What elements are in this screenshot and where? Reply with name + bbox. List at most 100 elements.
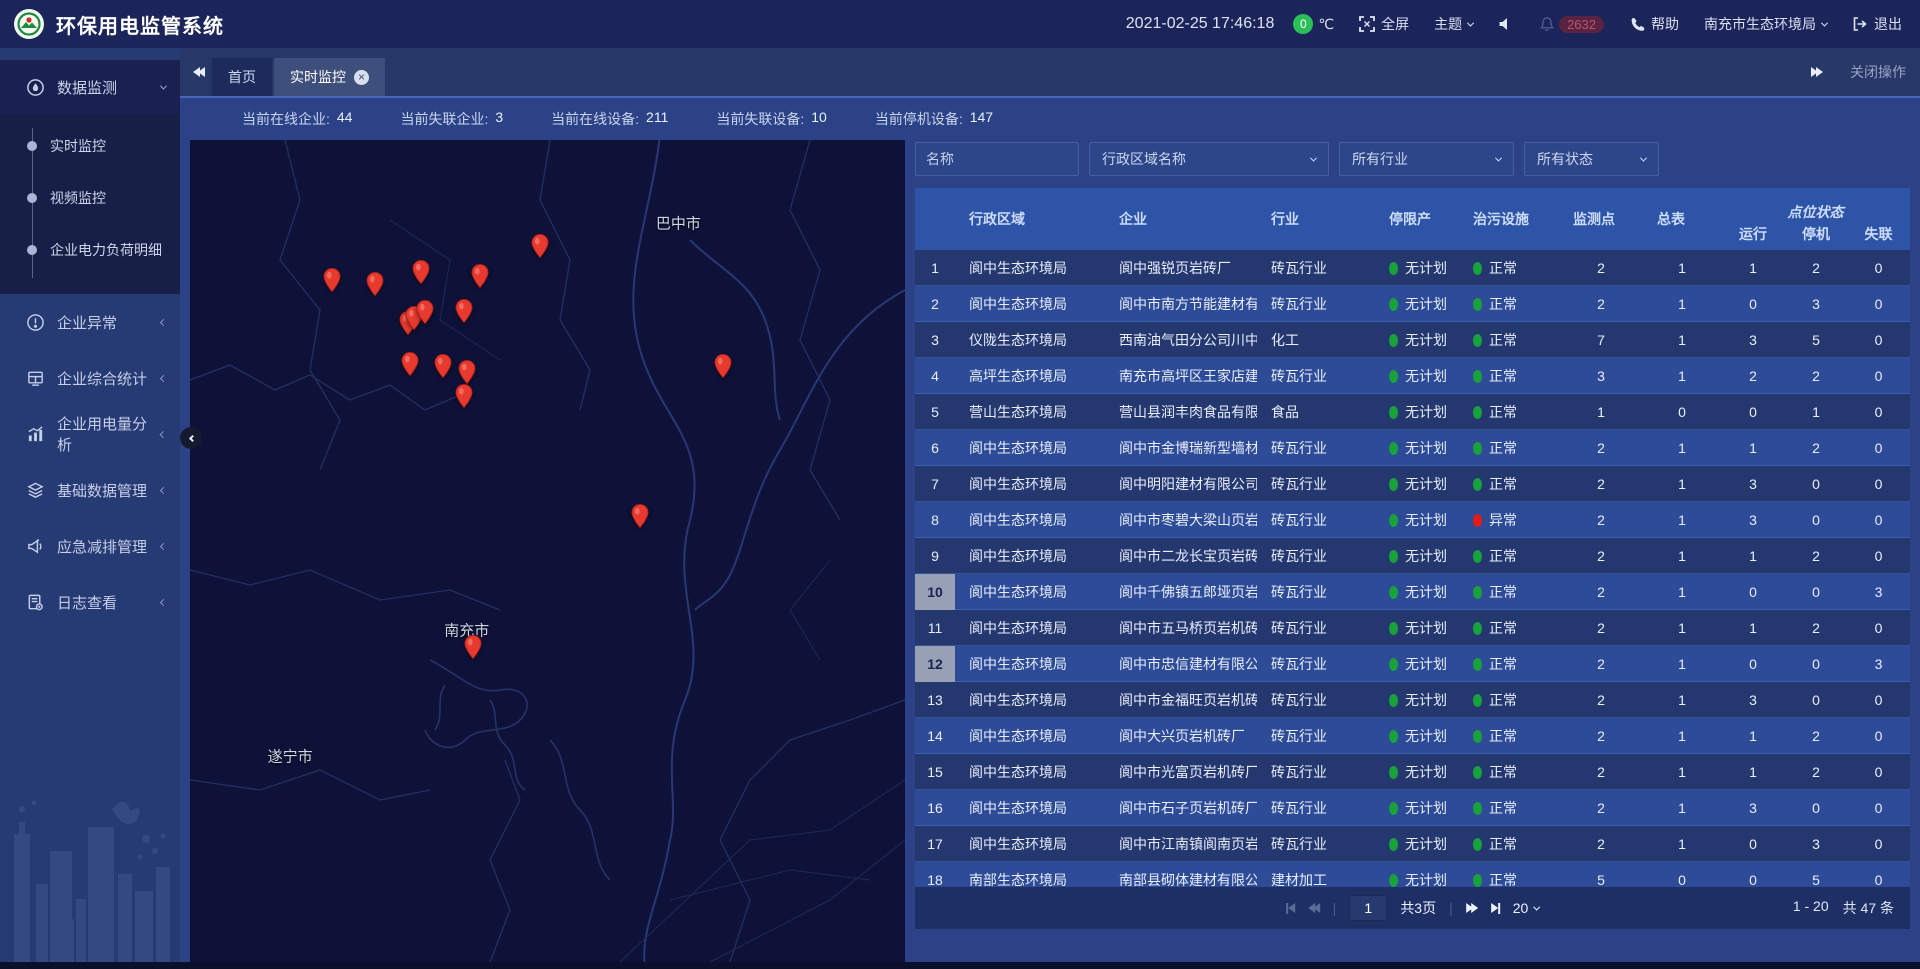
sidebar-item-emergency-reduction[interactable]: 应急减排管理	[0, 518, 180, 574]
mute-button[interactable]	[1498, 16, 1514, 32]
cell-company: 阆中市光富页岩机砖厂	[1091, 762, 1257, 782]
map-panel[interactable]: 巴中市南充市遂宁市	[190, 140, 905, 962]
table-row[interactable]: 3 仪陇生态环境局 西南油气田分公司川中 化工 无计划 正常 7 1 3 5 0	[915, 322, 1910, 358]
chevron-down-icon	[1495, 154, 1502, 161]
status-select[interactable]: 所有状态	[1524, 142, 1659, 176]
cell-points: 2	[1559, 548, 1643, 564]
tab-realtime-monitoring[interactable]: 实时监控	[274, 58, 385, 96]
org-menu[interactable]: 南充市生态环境局	[1704, 14, 1827, 34]
map-pin[interactable]	[471, 264, 489, 289]
sidebar-item-power-usage-analysis[interactable]: 企业用电量分析	[0, 406, 180, 462]
status-dot	[1473, 298, 1482, 311]
map-pin[interactable]	[458, 360, 476, 385]
cell-lost: 0	[1847, 404, 1910, 420]
row-index: 8	[915, 502, 955, 538]
theme-menu[interactable]: 主题	[1434, 14, 1473, 34]
table-row[interactable]: 17 阆中生态环境局 阆中市江南镇阆南页岩 砖瓦行业 无计划 正常 2 1 0 …	[915, 826, 1910, 862]
cell-stopped: 2	[1785, 728, 1847, 744]
table-row[interactable]: 5 营山生态环境局 营山县润丰肉食品有限 食品 无计划 正常 1 0 0 1 0	[915, 394, 1910, 430]
sidebar-item-enterprise-statistics[interactable]: 企业综合统计	[0, 350, 180, 406]
cell-meter: 1	[1643, 764, 1721, 780]
map-pin[interactable]	[366, 272, 384, 297]
table-row[interactable]: 8 阆中生态环境局 阆中市枣碧大梁山页岩 砖瓦行业 无计划 异常 2 1 3 0…	[915, 502, 1910, 538]
industry-select[interactable]: 所有行业	[1339, 142, 1514, 176]
status-dot	[1389, 478, 1398, 491]
prev-page-button[interactable]	[1308, 903, 1320, 913]
map-pin[interactable]	[401, 352, 419, 377]
page-size-select[interactable]: 20	[1513, 900, 1540, 916]
cell-lost: 0	[1847, 368, 1910, 384]
cell-company: 阆中市石子页岩机砖厂	[1091, 798, 1257, 818]
map-pin[interactable]	[434, 353, 452, 378]
table-row[interactable]: 6 阆中生态环境局 阆中市金博瑞新型墙材 砖瓦行业 无计划 正常 2 1 1 2…	[915, 430, 1910, 466]
cell-running: 1	[1721, 440, 1785, 456]
help-button[interactable]: 帮助	[1629, 14, 1679, 34]
name-filter-input[interactable]	[915, 142, 1079, 176]
collapse-sidebar-button[interactable]	[180, 427, 202, 449]
next-page-button[interactable]	[1466, 903, 1478, 913]
map-pin[interactable]	[416, 300, 434, 325]
cell-company: 阆中市忠信建材有限公	[1091, 654, 1257, 674]
map-pin[interactable]	[455, 298, 473, 323]
tabs-scroll-left-button[interactable]	[186, 48, 212, 96]
table-row[interactable]: 11 阆中生态环境局 阆中市五马桥页岩机砖 砖瓦行业 无计划 正常 2 1 1 …	[915, 610, 1910, 646]
chevron-left-icon	[160, 598, 167, 605]
map-pin[interactable]	[714, 353, 732, 378]
table-row[interactable]: 2 阆中生态环境局 阆中市南方节能建材有 砖瓦行业 无计划 正常 2 1 0 3…	[915, 286, 1910, 322]
table-row[interactable]: 14 阆中生态环境局 阆中大兴页岩机砖厂 砖瓦行业 无计划 正常 2 1 1 2…	[915, 718, 1910, 754]
map-pin[interactable]	[412, 260, 430, 285]
close-tab-icon[interactable]	[354, 70, 369, 85]
sidebar-item-basic-data-management[interactable]: 基础数据管理	[0, 462, 180, 518]
table-row[interactable]: 15 阆中生态环境局 阆中市光富页岩机砖厂 砖瓦行业 无计划 正常 2 1 1 …	[915, 754, 1910, 790]
cell-industry: 砖瓦行业	[1257, 546, 1375, 566]
table-row[interactable]: 4 高坪生态环境局 南充市高坪区王家店建 砖瓦行业 无计划 正常 3 1 2 2…	[915, 358, 1910, 394]
city-label: 巴中市	[656, 213, 701, 234]
cell-lost: 0	[1847, 476, 1910, 492]
cell-industry: 食品	[1257, 402, 1375, 422]
status-dot	[1389, 370, 1398, 383]
row-index: 13	[915, 682, 955, 718]
cell-points: 2	[1559, 656, 1643, 672]
notification-bell[interactable]: 2632	[1539, 16, 1604, 33]
cell-points: 2	[1559, 728, 1643, 744]
map-pin[interactable]	[631, 504, 649, 529]
sidebar-item-power-load-detail[interactable]: 企业电力负荷明细	[0, 224, 180, 276]
table-row[interactable]: 1 阆中生态环境局 阆中强锐页岩砖厂 砖瓦行业 无计划 正常 2 1 1 2 0	[915, 250, 1910, 286]
sidebar-item-enterprise-abnormal[interactable]: 企业异常	[0, 294, 180, 350]
row-index: 7	[915, 466, 955, 502]
table-row[interactable]: 9 阆中生态环境局 阆中市二龙长宝页岩砖 砖瓦行业 无计划 正常 2 1 1 2…	[915, 538, 1910, 574]
table-row[interactable]: 13 阆中生态环境局 阆中市金福旺页岩机砖 砖瓦行业 无计划 正常 2 1 3 …	[915, 682, 1910, 718]
status-dot	[1389, 622, 1398, 635]
last-page-button[interactable]	[1491, 903, 1500, 914]
map-pin[interactable]	[455, 384, 473, 409]
map-pin[interactable]	[464, 634, 482, 659]
stat-item: 当前失联设备: 10	[716, 109, 826, 129]
table-row[interactable]: 18 南部生态环境局 南部县砌体建材有限公 建材加工 无计划 正常 5 0 0 …	[915, 862, 1910, 887]
map-pin[interactable]	[531, 233, 549, 258]
sidebar-item-video-monitoring[interactable]: 视频监控	[0, 172, 180, 224]
bar-chart-icon	[26, 425, 45, 444]
status-dot	[1389, 550, 1398, 563]
sidebar-item-data-monitoring[interactable]: 数据监测	[0, 60, 180, 114]
table-row[interactable]: 16 阆中生态环境局 阆中市石子页岩机砖厂 砖瓦行业 无计划 正常 2 1 3 …	[915, 790, 1910, 826]
column-lost: 失联	[1847, 222, 1910, 244]
table-row[interactable]: 7 阆中生态环境局 阆中明阳建材有限公司 砖瓦行业 无计划 正常 2 1 3 0…	[915, 466, 1910, 502]
megaphone-icon	[26, 537, 45, 556]
cell-points: 2	[1559, 440, 1643, 456]
cell-limit: 无计划	[1375, 618, 1459, 638]
fullscreen-button[interactable]: 全屏	[1359, 14, 1409, 34]
close-operations-button[interactable]: 关闭操作	[1850, 62, 1906, 82]
sidebar-item-realtime-monitoring[interactable]: 实时监控	[0, 120, 180, 172]
table-row[interactable]: 10 阆中生态环境局 阆中千佛镇五郎垭页岩 砖瓦行业 无计划 正常 2 1 0 …	[915, 574, 1910, 610]
cell-company: 阆中市南方节能建材有	[1091, 294, 1257, 314]
tab-home[interactable]: 首页	[212, 58, 272, 96]
logout-button[interactable]: 退出	[1852, 14, 1902, 34]
sidebar-item-log-view[interactable]: 日志查看	[0, 574, 180, 630]
map-pin[interactable]	[323, 268, 341, 293]
table-row[interactable]: 12 阆中生态环境局 阆中市忠信建材有限公 砖瓦行业 无计划 正常 2 1 0 …	[915, 646, 1910, 682]
first-page-button[interactable]	[1286, 903, 1295, 914]
region-select[interactable]: 行政区域名称	[1089, 142, 1329, 176]
chevron-down-icon	[1821, 19, 1828, 26]
page-number-input[interactable]: 1	[1349, 895, 1387, 921]
tabs-scroll-right-button[interactable]	[1812, 67, 1822, 77]
